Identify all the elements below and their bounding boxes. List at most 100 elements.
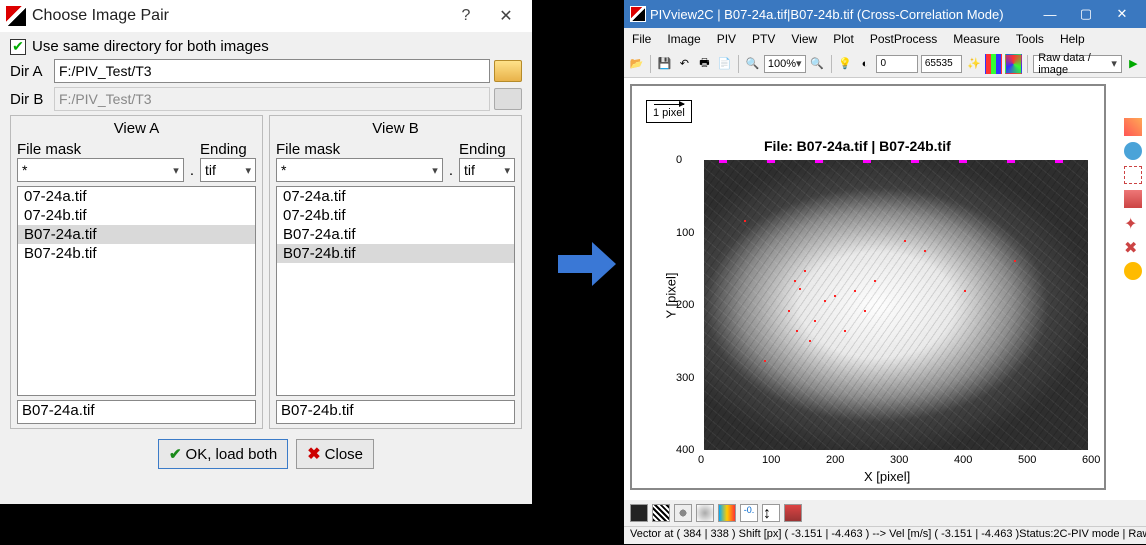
list-item[interactable]: 07-24a.tif xyxy=(18,187,255,206)
ok-load-both-button[interactable]: ✔OK, load both xyxy=(158,439,288,469)
same-dir-label: Use same directory for both images xyxy=(32,38,269,55)
mask-b-select[interactable]: *▾ xyxy=(276,158,443,182)
pivview-main-window: PIVview2C | B07-24a.tif|B07-24b.tif (Cro… xyxy=(624,0,1146,544)
status-right: Status:2C-PIV mode | Raw data xyxy=(1019,528,1146,543)
x-tick: 100 xyxy=(762,454,780,466)
vector-tool-icon[interactable] xyxy=(1124,118,1142,136)
bt-icon-2[interactable] xyxy=(652,504,670,522)
list-item[interactable]: 07-24a.tif xyxy=(277,187,514,206)
view-b-header: View B xyxy=(276,120,515,137)
menu-image[interactable]: Image xyxy=(663,30,704,48)
check-icon: ✔ xyxy=(169,445,182,463)
bt-icon-1[interactable] xyxy=(630,504,648,522)
save-icon[interactable]: 💾 xyxy=(656,54,673,74)
bt-icon-6[interactable]: -0. xyxy=(740,504,758,522)
print-icon[interactable]: 🖶 xyxy=(696,54,713,74)
export-icon[interactable]: 📄 xyxy=(716,54,733,74)
mask-a-label: File mask xyxy=(17,141,196,158)
grid-icon[interactable] xyxy=(985,54,1002,74)
chevron-down-icon: ▾ xyxy=(245,164,251,177)
undo-icon[interactable]: ↶ xyxy=(676,54,693,74)
menu-view[interactable]: View xyxy=(787,30,821,48)
chevron-down-icon: ▾ xyxy=(504,164,510,177)
mask-tool-icon[interactable] xyxy=(1124,142,1142,160)
palette-icon[interactable] xyxy=(1005,54,1022,74)
bt-icon-4[interactable] xyxy=(696,504,714,522)
mask-a-select[interactable]: *▾ xyxy=(17,158,184,182)
menubar: File Image PIV PTV View Plot PostProcess Measur… xyxy=(624,28,1146,50)
same-dir-checkbox[interactable]: ✔ xyxy=(10,39,26,55)
zoom-out-icon[interactable]: 🔍 xyxy=(744,54,761,74)
plot-area: ✦ ✖ 1 pixel File: B07-24a.tif | B07-24b.… xyxy=(624,78,1146,500)
ending-a-label: Ending xyxy=(200,141,256,158)
chevron-down-icon: ▾ xyxy=(432,164,438,177)
marker-tool-icon[interactable] xyxy=(1124,262,1142,280)
image-canvas[interactable] xyxy=(704,160,1088,450)
menu-tools[interactable]: Tools xyxy=(1012,30,1048,48)
ending-a-select[interactable]: tif▾ xyxy=(200,158,256,182)
region-tool-icon[interactable] xyxy=(1124,190,1142,208)
view-b-panel: View B File mask Ending *▾ . tif▾ 07-24a… xyxy=(269,115,522,429)
list-item[interactable]: B07-24a.tif xyxy=(18,225,255,244)
bt-icon-8[interactable] xyxy=(784,504,802,522)
min-intensity-stepper[interactable]: 0 xyxy=(876,55,917,73)
bt-icon-7[interactable]: ↕ xyxy=(762,504,780,522)
menu-measure[interactable]: Measure xyxy=(949,30,1004,48)
open-file-icon[interactable]: 📂 xyxy=(628,54,645,74)
y-tick: 400 xyxy=(676,444,694,456)
bt-icon-5[interactable] xyxy=(718,504,736,522)
arrow-icon xyxy=(654,104,684,105)
mask-b-label: File mask xyxy=(276,141,455,158)
contrast-icon[interactable]: ◐ xyxy=(856,54,873,74)
x-tick: 500 xyxy=(1018,454,1036,466)
plot-title: File: B07-24a.tif | B07-24b.tif xyxy=(764,138,951,154)
zoom-select[interactable]: 100%▾ xyxy=(764,55,806,73)
browse-dir-a-button[interactable] xyxy=(494,60,522,82)
list-item[interactable]: B07-24b.tif xyxy=(277,244,514,263)
menu-piv[interactable]: PIV xyxy=(713,30,740,48)
minimize-button[interactable]: — xyxy=(1032,0,1068,28)
selected-b-field[interactable]: B07-24b.tif xyxy=(276,400,515,424)
dir-a-input[interactable] xyxy=(54,59,490,83)
file-list-a[interactable]: 07-24a.tif07-24b.tifB07-24a.tifB07-24b.t… xyxy=(17,186,256,396)
list-item[interactable]: 07-24b.tif xyxy=(18,206,255,225)
menu-help[interactable]: Help xyxy=(1056,30,1089,48)
run-icon[interactable]: ▶ xyxy=(1125,54,1142,74)
view-a-panel: View A File mask Ending *▾ . tif▾ 07-24a… xyxy=(10,115,263,429)
select-tool-icon[interactable] xyxy=(1124,166,1142,184)
x-axis-label: X [pixel] xyxy=(864,469,910,484)
menu-postprocess[interactable]: PostProcess xyxy=(866,30,941,48)
display-mode-select[interactable]: Raw data / image▾ xyxy=(1033,55,1122,73)
app-logo-icon xyxy=(6,6,26,26)
y-tick: 100 xyxy=(676,227,694,239)
close-button[interactable]: ✖Close xyxy=(296,439,374,469)
menu-plot[interactable]: Plot xyxy=(829,30,858,48)
list-item[interactable]: 07-24b.tif xyxy=(277,206,514,225)
toolbar: 📂 💾 ↶ 🖶 📄 🔍 100%▾ 🔍 💡 ◐ 0 65535 ✨ Raw da… xyxy=(624,50,1146,78)
star-tool-icon[interactable]: ✦ xyxy=(1124,214,1142,232)
close-window-button[interactable]: ✕ xyxy=(1104,0,1140,28)
selected-a-field[interactable]: B07-24a.tif xyxy=(17,400,256,424)
y-tick: 300 xyxy=(676,372,694,384)
browse-dir-b-button xyxy=(494,88,522,110)
list-item[interactable]: B07-24b.tif xyxy=(18,244,255,263)
menu-file[interactable]: File xyxy=(628,30,655,48)
dir-b-label: Dir B xyxy=(10,91,54,108)
help-button[interactable]: ? xyxy=(446,0,486,32)
ending-b-select[interactable]: tif▾ xyxy=(459,158,515,182)
bt-icon-3[interactable] xyxy=(674,504,692,522)
lightbulb-icon[interactable]: 💡 xyxy=(836,54,853,74)
side-toolbar: ✦ ✖ xyxy=(1120,118,1146,280)
maximize-button[interactable]: ▢ xyxy=(1068,0,1104,28)
menu-ptv[interactable]: PTV xyxy=(748,30,779,48)
wand-icon[interactable]: ✨ xyxy=(965,54,982,74)
zoom-in-icon[interactable]: 🔍 xyxy=(809,54,826,74)
close-window-button[interactable]: ✕ xyxy=(486,0,526,32)
x-tick: 300 xyxy=(890,454,908,466)
list-item[interactable]: B07-24a.tif xyxy=(277,225,514,244)
delete-tool-icon[interactable]: ✖ xyxy=(1124,238,1142,256)
view-a-header: View A xyxy=(17,120,256,137)
scale-legend: 1 pixel xyxy=(646,100,692,123)
max-intensity-stepper[interactable]: 65535 xyxy=(921,55,962,73)
file-list-b[interactable]: 07-24a.tif07-24b.tifB07-24a.tifB07-24b.t… xyxy=(276,186,515,396)
